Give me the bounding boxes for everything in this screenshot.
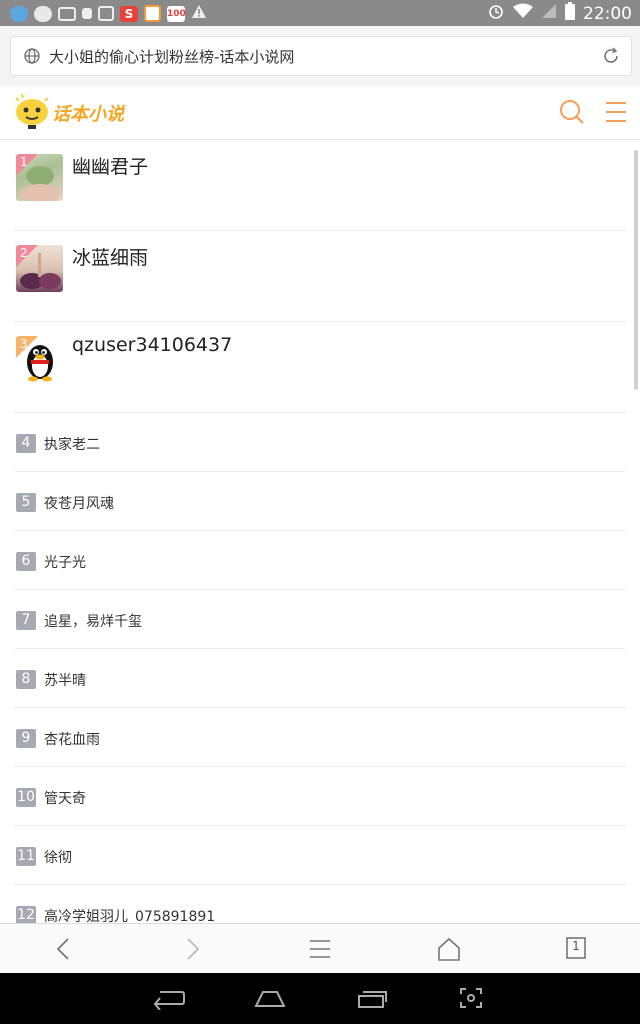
weather-icon: [10, 5, 28, 22]
rank-badge: 12: [16, 906, 36, 923]
fan-name: 管天奇: [44, 791, 86, 807]
alarm-icon: [487, 2, 505, 25]
browser-menu-icon[interactable]: [308, 936, 332, 966]
rank-badge: 11: [16, 847, 36, 866]
list-item[interactable]: 6 光子光: [14, 531, 626, 590]
fan-name: 追星，易烊千玺: [44, 614, 142, 630]
logo-mascot-icon: [15, 93, 49, 129]
logo-text: 话本小说: [52, 104, 124, 125]
globe-icon: [23, 47, 41, 69]
rank-badge: 5: [16, 493, 36, 512]
app-100-icon: 100: [167, 5, 186, 22]
fan-name: 夜苍月风魂: [44, 496, 114, 512]
url-field[interactable]: 大小姐的偷心计划粉丝榜-话本小说网: [10, 36, 632, 76]
avatar: 3: [16, 336, 63, 383]
system-indicators: 22:00: [487, 2, 632, 25]
rank-badge: 4: [16, 434, 36, 453]
search-icon[interactable]: [558, 98, 586, 130]
rank-badge: 8: [16, 670, 36, 689]
list-item[interactable]: 1 幽幽君子: [14, 140, 626, 231]
list-item[interactable]: 7 追星，易烊千玺: [14, 590, 626, 649]
notification-icons: S 100: [10, 4, 207, 23]
battery-saver-icon: [58, 6, 76, 21]
fan-ranking-list: 1 幽幽君子 2 冰蓝细雨 3 qzuser34106437 4 执家老二 5 …: [0, 140, 640, 923]
scrollbar[interactable]: [634, 150, 638, 390]
rank-number: 3: [20, 337, 28, 351]
status-bar: S 100 22:00: [0, 0, 640, 26]
list-item[interactable]: 10 管天奇: [14, 767, 626, 826]
fan-name: 徐彻: [44, 850, 72, 866]
page-title-text: 大小姐的偷心计划粉丝榜-话本小说网: [49, 48, 295, 66]
system-nav-bar: [0, 973, 640, 1024]
warning-icon: [191, 4, 207, 23]
browser-toolbar: 1: [0, 923, 640, 974]
screenshot-icon[interactable]: [458, 986, 484, 1014]
list-item[interactable]: 12 高冷学姐羽儿_075891891: [14, 885, 626, 923]
battery-icon: [565, 2, 575, 25]
home-icon[interactable]: [436, 936, 462, 966]
fan-name: 杏花血雨: [44, 732, 100, 748]
nav-recents-icon[interactable]: [355, 986, 389, 1014]
site-logo[interactable]: 话本小说: [12, 92, 132, 132]
wifi-icon: [513, 3, 533, 24]
app-store-icon: [144, 5, 161, 22]
list-item[interactable]: 4 执家老二: [14, 413, 626, 472]
cloud-icon: [34, 5, 52, 22]
app-s-icon: S: [120, 5, 138, 22]
lock-icon: [82, 8, 92, 19]
list-item[interactable]: 9 杏花血雨: [14, 708, 626, 767]
back-icon[interactable]: [52, 936, 76, 966]
fan-name: 幽幽君子: [72, 156, 149, 178]
avatar: 1: [16, 154, 63, 201]
reload-icon[interactable]: [601, 46, 621, 70]
avatar: 2: [16, 245, 63, 292]
fan-name: 光子光: [44, 555, 86, 571]
fan-name: 冰蓝细雨: [72, 247, 149, 269]
clock-time: 22:00: [583, 3, 632, 24]
fan-name: 苏半晴: [44, 673, 86, 689]
site-header: 话本小说: [0, 86, 640, 140]
signal-icon: [541, 3, 557, 24]
list-item[interactable]: 11 徐彻: [14, 826, 626, 885]
fan-name: 高冷学姐羽儿_075891891: [44, 909, 216, 923]
rank-badge: 9: [16, 729, 36, 748]
tab-count: 1: [572, 939, 580, 953]
browser-address-bar: 大小姐的偷心计划粉丝榜-话本小说网: [0, 26, 640, 86]
forward-icon[interactable]: [180, 936, 204, 966]
rank-badge: 7: [16, 611, 36, 630]
fan-name: 执家老二: [44, 437, 100, 453]
image-icon: [98, 6, 114, 21]
nav-home-icon[interactable]: [253, 986, 287, 1014]
rank-number: 2: [20, 246, 28, 260]
tabs-button[interactable]: 1: [565, 936, 587, 964]
rank-badge: 6: [16, 552, 36, 571]
list-item[interactable]: 5 夜苍月风魂: [14, 472, 626, 531]
fan-name: qzuser34106437: [72, 334, 233, 356]
rank-number: 1: [20, 155, 28, 169]
list-item[interactable]: 3 qzuser34106437: [14, 322, 626, 413]
nav-back-icon[interactable]: [152, 986, 186, 1014]
menu-icon[interactable]: [603, 100, 629, 128]
rank-badge: 10: [16, 788, 36, 807]
list-item[interactable]: 8 苏半晴: [14, 649, 626, 708]
list-item[interactable]: 2 冰蓝细雨: [14, 231, 626, 322]
